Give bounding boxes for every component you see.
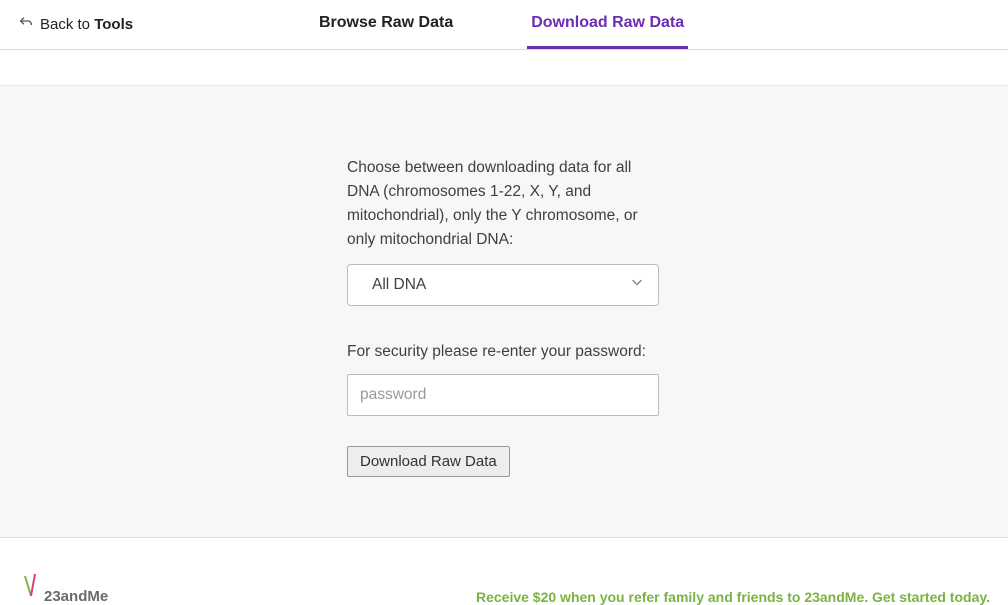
download-raw-data-button[interactable]: Download Raw Data [347, 446, 510, 477]
back-to-tools-link[interactable]: Back to Tools [18, 15, 133, 35]
brand-name: 23andMe [44, 588, 108, 605]
referral-promo-text: Receive $20 when you refer family and fr… [476, 589, 990, 605]
main-panel: Choose between downloading data for all … [0, 86, 1008, 538]
dna-choice-description: Choose between downloading data for all … [347, 156, 659, 252]
top-nav: Back to Tools Browse Raw Data Download R… [0, 0, 1008, 50]
brand-logo[interactable]: 23andMe [18, 572, 108, 605]
back-link-text: Back to Tools [40, 16, 133, 33]
password-input[interactable] [347, 374, 659, 416]
footer: 23andMe Receive $20 when you refer famil… [0, 538, 1008, 605]
back-arrow-icon [18, 15, 34, 35]
tab-download-raw-data[interactable]: Download Raw Data [527, 0, 688, 49]
tab-bar: Browse Raw Data Download Raw Data [133, 0, 870, 49]
dna-type-select-wrap: All DNA [347, 264, 659, 306]
logo-mark-icon [18, 572, 42, 605]
tab-browse-raw-data[interactable]: Browse Raw Data [315, 0, 457, 49]
download-form: Choose between downloading data for all … [347, 156, 659, 477]
password-label: For security please re-enter your passwo… [347, 340, 659, 364]
content-gap [0, 50, 1008, 86]
dna-type-select[interactable]: All DNA [347, 264, 659, 306]
dna-type-select-value: All DNA [372, 276, 426, 294]
